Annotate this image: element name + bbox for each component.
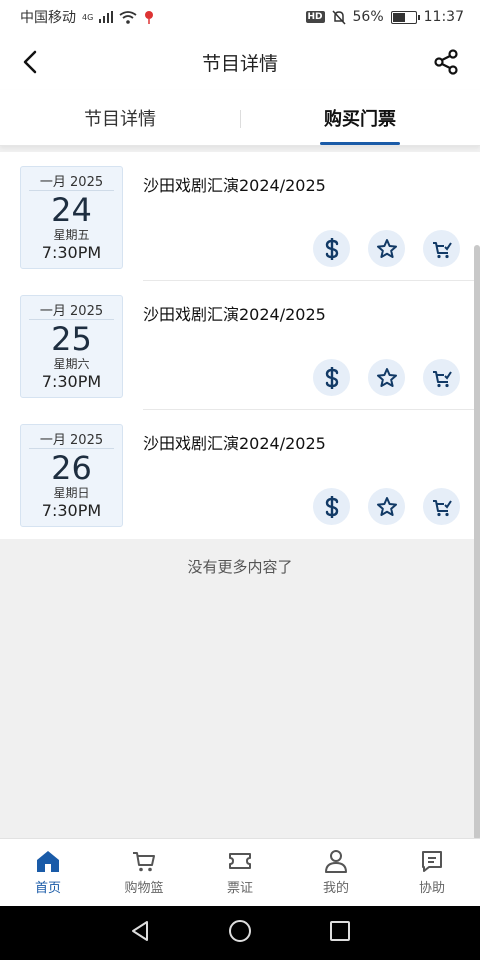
wifi-icon bbox=[119, 10, 137, 24]
chevron-left-icon bbox=[23, 50, 37, 74]
system-home-button[interactable] bbox=[228, 919, 252, 947]
star-icon bbox=[376, 367, 397, 387]
price-button[interactable] bbox=[313, 359, 350, 396]
nav-item-help[interactable]: 协助 bbox=[384, 839, 480, 906]
location-icon bbox=[145, 11, 154, 24]
date-month: 一月 2025 bbox=[29, 296, 114, 320]
cart-icon bbox=[133, 852, 155, 872]
cart-add-icon bbox=[432, 370, 452, 387]
favorite-button[interactable] bbox=[368, 230, 405, 267]
home-icon bbox=[37, 851, 59, 872]
tab-bar: 节目详情 购买门票 bbox=[0, 90, 480, 146]
event-list: 一月 2025 24 星期五 7:30PM 沙田戏剧汇演2024/2025 一月… bbox=[0, 152, 480, 539]
date-box: 一月 2025 24 星期五 7:30PM bbox=[20, 166, 123, 269]
list-item[interactable]: 一月 2025 24 星期五 7:30PM 沙田戏剧汇演2024/2025 bbox=[0, 152, 480, 281]
date-month: 一月 2025 bbox=[29, 425, 114, 449]
event-title[interactable]: 沙田戏剧汇演2024/2025 bbox=[143, 430, 326, 454]
list-item[interactable]: 一月 2025 25 星期六 7:30PM 沙田戏剧汇演2024/2025 bbox=[0, 281, 480, 410]
date-weekday: 星期五 bbox=[53, 228, 90, 242]
system-recents-button[interactable] bbox=[329, 920, 351, 946]
hd-badge: HD bbox=[305, 11, 325, 23]
add-to-cart-button[interactable] bbox=[423, 359, 460, 396]
help-icon bbox=[422, 851, 442, 872]
star-icon bbox=[376, 496, 397, 516]
network-type-label: 4G bbox=[82, 12, 94, 22]
date-box: 一月 2025 25 星期六 7:30PM bbox=[20, 295, 123, 398]
share-icon bbox=[434, 49, 458, 75]
nav-label: 购物篮 bbox=[124, 881, 164, 896]
nav-item-tickets[interactable]: 票证 bbox=[192, 839, 288, 906]
scrollbar[interactable] bbox=[474, 245, 480, 840]
share-button[interactable] bbox=[430, 46, 462, 78]
tab-program-details[interactable]: 节目详情 bbox=[0, 90, 240, 145]
square-recents-icon bbox=[330, 921, 351, 941]
nav-label: 协助 bbox=[418, 881, 445, 896]
carrier-label: 中国移动 bbox=[20, 10, 76, 26]
mute-bell-icon bbox=[331, 9, 346, 25]
date-day: 24 bbox=[51, 191, 92, 229]
list-item[interactable]: 一月 2025 26 星期日 7:30PM 沙田戏剧汇演2024/2025 bbox=[0, 410, 480, 539]
page-title: 节目详情 bbox=[201, 52, 278, 75]
price-button[interactable] bbox=[313, 230, 350, 267]
clock: 11:37 bbox=[423, 9, 464, 25]
favorite-button[interactable] bbox=[368, 359, 405, 396]
star-icon bbox=[376, 238, 397, 258]
date-month: 一月 2025 bbox=[29, 167, 114, 191]
add-to-cart-button[interactable] bbox=[423, 488, 460, 525]
status-bar: 中国移动 4G HD 56% 11:37 bbox=[0, 0, 480, 34]
event-title[interactable]: 沙田戏剧汇演2024/2025 bbox=[143, 172, 326, 196]
price-button[interactable] bbox=[313, 488, 350, 525]
nav-label: 票证 bbox=[226, 881, 253, 896]
date-weekday: 星期日 bbox=[53, 486, 90, 500]
system-nav-bar bbox=[0, 906, 480, 960]
date-time: 7:30PM bbox=[41, 501, 102, 520]
favorite-button[interactable] bbox=[368, 488, 405, 525]
event-actions bbox=[313, 230, 460, 267]
status-left: 中国移动 4G bbox=[20, 7, 155, 27]
battery-fill bbox=[392, 12, 405, 22]
event-title[interactable]: 沙田戏剧汇演2024/2025 bbox=[143, 301, 326, 325]
date-box: 一月 2025 26 星期日 7:30PM bbox=[20, 424, 123, 527]
app-header: 节目详情 bbox=[0, 34, 480, 90]
date-weekday: 星期六 bbox=[53, 357, 90, 371]
tab-buy-tickets[interactable]: 购买门票 bbox=[240, 90, 480, 145]
back-button[interactable] bbox=[14, 46, 46, 78]
system-back-button[interactable] bbox=[129, 919, 151, 947]
dollar-icon bbox=[325, 495, 338, 518]
battery-icon bbox=[390, 10, 420, 24]
triangle-back-icon bbox=[131, 921, 148, 941]
list-end-message: 没有更多内容了 bbox=[187, 558, 293, 576]
nav-item-home[interactable]: 首页 bbox=[0, 839, 96, 906]
status-right: HD 56% 11:37 bbox=[305, 9, 464, 25]
nav-item-profile[interactable]: 我的 bbox=[288, 839, 384, 906]
battery-percent: 56% bbox=[352, 9, 384, 25]
nav-item-cart[interactable]: 购物篮 bbox=[96, 839, 192, 906]
event-actions bbox=[313, 359, 460, 396]
cart-add-icon bbox=[432, 499, 452, 516]
event-actions bbox=[313, 488, 460, 525]
date-time: 7:30PM bbox=[41, 372, 102, 391]
nav-label: 首页 bbox=[34, 881, 61, 896]
cart-add-icon bbox=[432, 241, 452, 258]
bottom-nav: 首页 购物篮 票证 我的 协助 bbox=[0, 838, 480, 906]
nav-label: 我的 bbox=[322, 881, 349, 896]
add-to-cart-button[interactable] bbox=[423, 230, 460, 267]
date-day: 26 bbox=[51, 449, 92, 487]
date-time: 7:30PM bbox=[41, 243, 102, 262]
user-icon bbox=[325, 850, 347, 873]
signal-icon bbox=[99, 11, 114, 23]
circle-home-icon bbox=[228, 920, 251, 942]
dollar-icon bbox=[325, 237, 338, 260]
ticket-icon bbox=[229, 853, 251, 869]
date-day: 25 bbox=[51, 320, 92, 358]
dollar-icon bbox=[325, 366, 338, 389]
